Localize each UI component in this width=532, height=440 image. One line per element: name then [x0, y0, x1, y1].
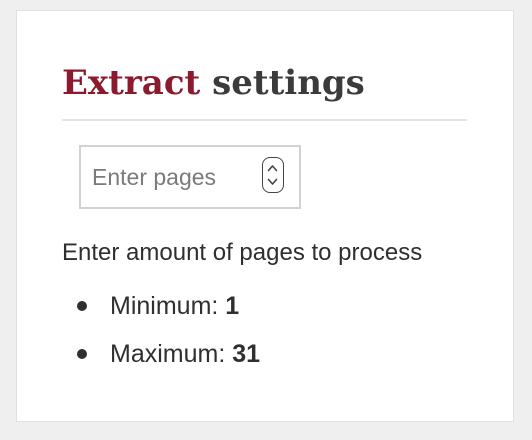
page-title: Extract settings	[62, 61, 365, 105]
pages-input[interactable]	[81, 147, 257, 207]
list-item-minimum: Minimum: 1	[62, 289, 260, 337]
page-limits-list: Minimum: 1 Maximum: 31	[62, 289, 260, 385]
chevron-up-icon[interactable]	[267, 164, 278, 172]
maximum-value: 31	[232, 340, 261, 368]
maximum-label: Maximum:	[110, 340, 226, 368]
bullet-icon	[77, 301, 87, 311]
pages-help-text: Enter amount of pages to process	[62, 239, 423, 266]
title-divider	[62, 119, 467, 121]
pages-stepper[interactable]	[262, 157, 284, 193]
title-rest: settings	[212, 63, 365, 103]
minimum-label: Minimum:	[110, 292, 219, 320]
list-item-maximum: Maximum: 31	[62, 337, 260, 385]
title-accent: Extract	[62, 63, 201, 103]
minimum-value: 1	[225, 292, 240, 320]
bullet-icon	[77, 349, 87, 359]
chevron-down-icon[interactable]	[267, 178, 278, 186]
pages-number-field	[79, 145, 301, 209]
extract-settings-panel: Extract settings Enter amount of pages t…	[16, 10, 514, 422]
